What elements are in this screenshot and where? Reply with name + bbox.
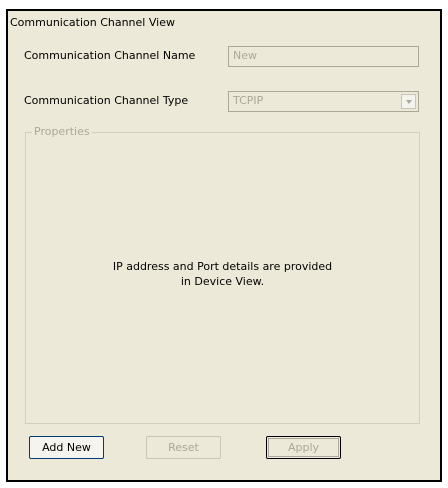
properties-message: IP address and Port details are provided… xyxy=(26,259,419,289)
apply-button[interactable]: Apply xyxy=(266,436,341,459)
reset-button[interactable]: Reset xyxy=(146,436,221,459)
message-line-1: IP address and Port details are provided xyxy=(112,260,333,273)
channel-type-value: TCPIP xyxy=(233,94,264,107)
add-new-button[interactable]: Add New xyxy=(29,436,104,459)
channel-name-label: Communication Channel Name xyxy=(24,49,196,62)
channel-type-label: Communication Channel Type xyxy=(24,94,189,107)
channel-name-field[interactable]: New xyxy=(228,46,419,67)
communication-channel-panel: Communication Channel View Communication… xyxy=(6,9,442,482)
properties-label: Properties xyxy=(32,125,92,138)
message-line-2: in Device View. xyxy=(180,275,265,288)
panel-title: Communication Channel View xyxy=(10,16,175,29)
channel-name-value: New xyxy=(233,49,257,62)
properties-group: Properties IP address and Port details a… xyxy=(25,125,420,424)
dropdown-arrow-icon[interactable] xyxy=(401,94,416,109)
channel-type-select[interactable]: TCPIP xyxy=(228,91,419,112)
